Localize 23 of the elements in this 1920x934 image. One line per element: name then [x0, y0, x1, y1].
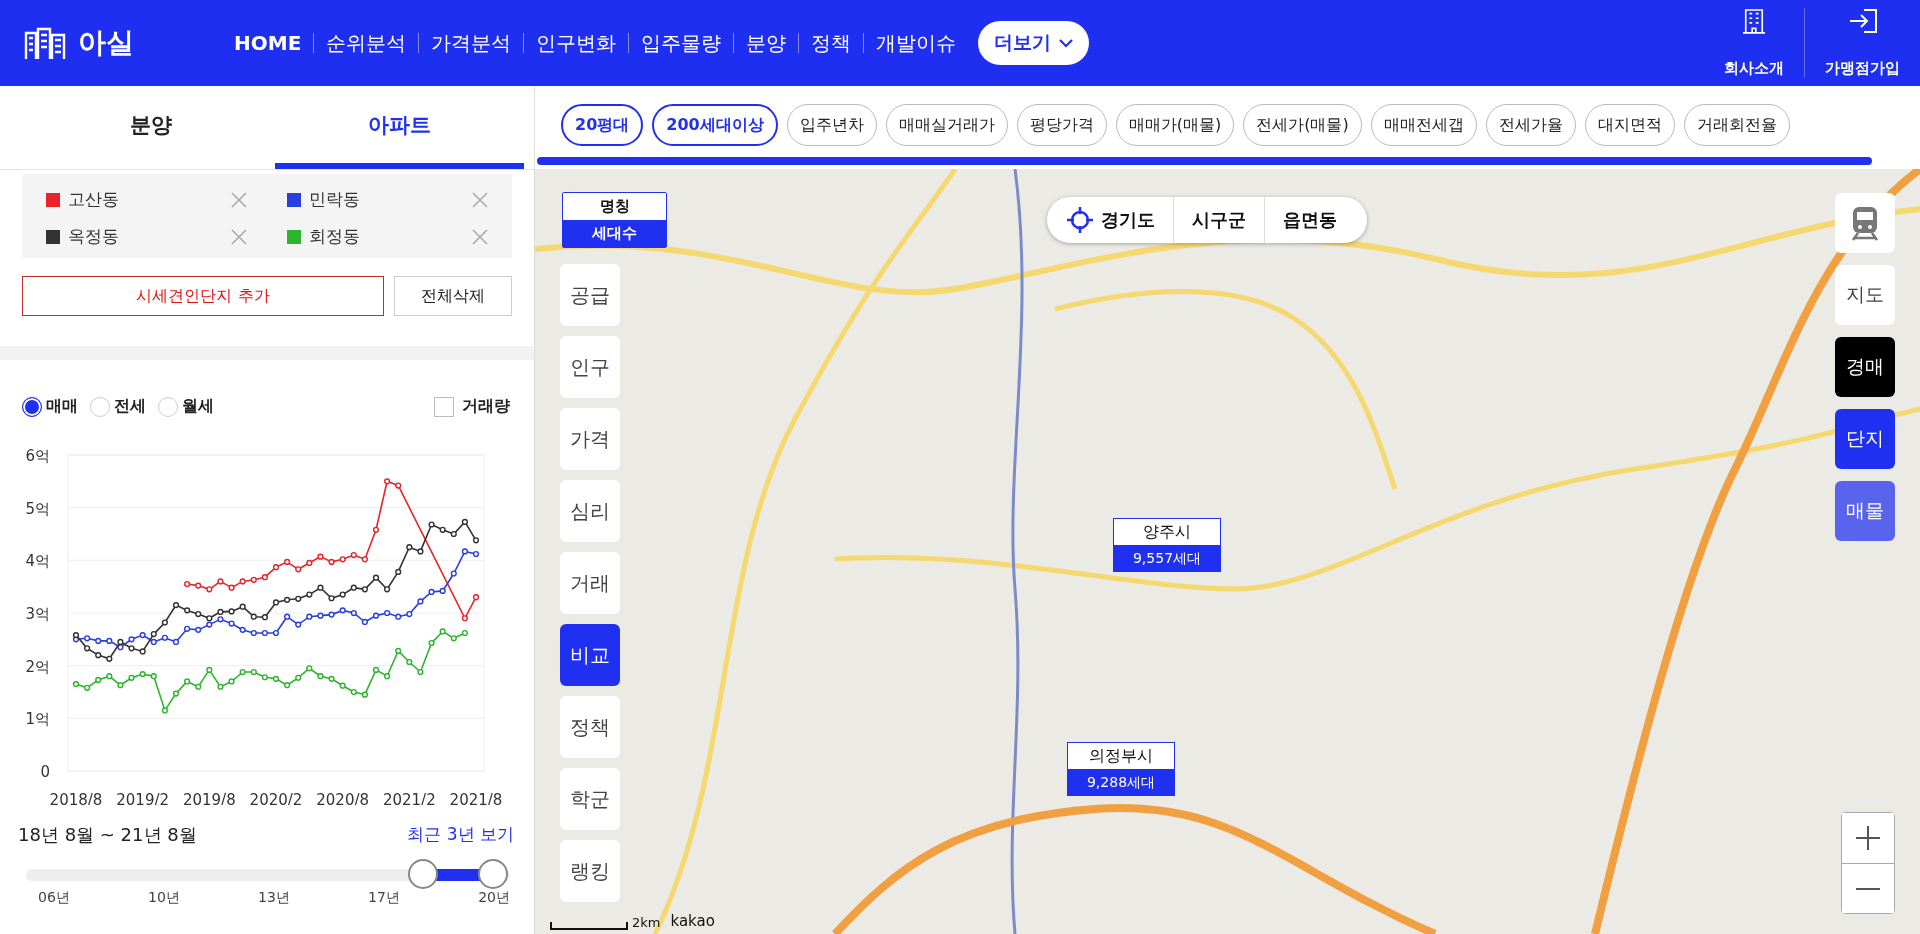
- scale-label: 2km: [632, 915, 661, 930]
- marker-count: 9,288세대: [1068, 769, 1174, 795]
- marker-count: 9,557세대: [1114, 545, 1220, 571]
- y-tick-label: 6억: [25, 447, 50, 465]
- y-tick-label: 5억: [25, 499, 50, 518]
- slider-tick-label: 20년: [478, 889, 510, 907]
- slider-tick-label: 10년: [148, 889, 180, 907]
- y-tick-label: 2억: [25, 657, 50, 676]
- y-tick-label: 3억: [25, 605, 50, 623]
- period-range: 18년 8월 ~ 21년 8월: [18, 823, 197, 847]
- area-name: 회정동: [309, 225, 360, 248]
- area-name: 고산동: [68, 188, 119, 211]
- y-tick-label: 4억: [25, 552, 50, 571]
- marker-name: 양주시: [1114, 519, 1220, 545]
- slider-tick-label: 06년: [38, 889, 70, 907]
- y-tick-label: 1억: [25, 710, 50, 729]
- marker-name: 의정부시: [1068, 743, 1174, 769]
- area-name: 민락동: [309, 188, 360, 211]
- y-tick-label: 0: [40, 763, 50, 781]
- map-attribution: kakao: [670, 912, 715, 930]
- area-name: 옥정동: [68, 225, 119, 248]
- slider-tick-label: 13년: [258, 889, 290, 907]
- slider-tick-label: 17년: [368, 889, 400, 907]
